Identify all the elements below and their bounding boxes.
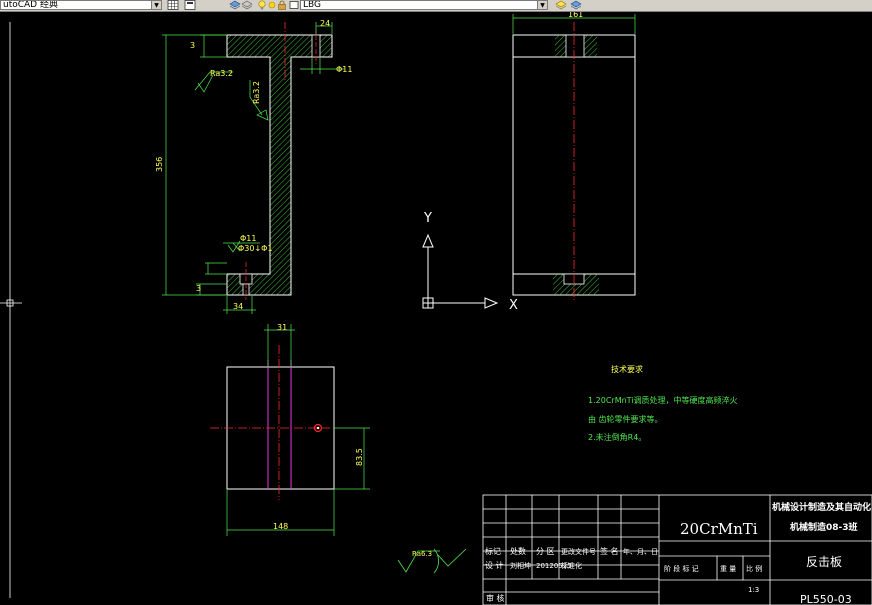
roughness-1: Ra3.2 <box>210 69 233 78</box>
dim-plan-right: 83.5 <box>355 448 364 466</box>
institute-line-2: 机械制造08-3班 <box>790 521 858 533</box>
standardization-label: 标准化 <box>561 561 582 570</box>
properties-icon[interactable] <box>184 0 196 10</box>
scale-value: 1:3 <box>748 586 759 594</box>
dim-flange-thickness: 3 <box>190 41 195 50</box>
dim-counterbore: Φ30↓Φ1 <box>238 244 273 253</box>
roughness-2: Ra3.2 <box>252 81 261 104</box>
front-dimensions <box>162 22 345 314</box>
workspace-combo[interactable]: utoCAD 经典 ▼ <box>0 0 162 10</box>
rev-header-sign: 签 名 <box>600 546 619 556</box>
front-dimension-text: 24 3 Φ11 356 Ra3.2 Ra3.2 Φ11 Φ30↓Φ1 3 34 <box>155 19 352 311</box>
weight-label: 重 量 <box>720 565 736 573</box>
ucs-icon <box>422 233 499 309</box>
dim-bottom-step: 3 <box>196 284 201 293</box>
grid-icon[interactable] <box>167 0 179 10</box>
toolbar: utoCAD 经典 ▼ LBG ▼ <box>0 0 872 12</box>
material-text: 20CrMnTi <box>680 520 758 538</box>
layer-combo[interactable]: LBG ▼ <box>300 0 548 10</box>
drawing-number: PL550-03 <box>800 593 852 605</box>
chevron-down-icon[interactable]: ▼ <box>151 1 161 9</box>
color-square-icon[interactable] <box>288 0 300 10</box>
notes-line-1: 1.20CrMnTi调质处理，中等硬度高频淬火 <box>588 395 738 405</box>
stage-mark-label: 阶 段 标 记 <box>664 564 699 573</box>
review-label: 审 核 <box>486 593 505 603</box>
title-block: 标记 处数 分 区 更改文件号 签 名 年、月、日 设 计 刘相坤 201205… <box>482 494 872 605</box>
front-view <box>226 22 333 300</box>
layer-combo-value: LBG <box>303 0 322 10</box>
side-view: 161 <box>512 12 636 302</box>
dim-total-height: 356 <box>155 157 164 172</box>
rev-header-mark: 标记 <box>485 546 501 556</box>
crosshair-cursor <box>0 22 22 598</box>
part-name: 反击板 <box>806 555 842 569</box>
workspace-combo-value: utoCAD 经典 <box>3 0 58 10</box>
side-top-hole <box>565 34 585 58</box>
notes-line-3: 2.未注倒角R4。 <box>588 432 646 442</box>
dim-side-width: 161 <box>568 12 583 19</box>
drawing-canvas[interactable]: 24 3 Φ11 356 Ra3.2 Ra3.2 Φ11 Φ30↓Φ1 3 34 <box>0 12 872 605</box>
scale-label: 比 例 <box>746 564 762 573</box>
notes-line-2: 由 齿轮零件要求等。 <box>588 414 663 424</box>
dim-plan-top: 31 <box>277 323 287 332</box>
roughness-symbols <box>197 74 241 253</box>
plan-hole-center <box>316 426 320 430</box>
designer-name: 刘相坤 <box>510 561 531 570</box>
lock-icon[interactable] <box>276 0 288 10</box>
dim-plan-bottom: 148 <box>273 522 288 531</box>
autocad-window: utoCAD 经典 ▼ LBG ▼ 24 3 Φ11 356 Ra3.2 Ra3… <box>0 0 872 605</box>
design-label: 设 计 <box>485 560 504 570</box>
rev-header-zone: 分 区 <box>536 547 555 556</box>
layers-icon[interactable] <box>229 0 241 10</box>
dim-bottom-width: 34 <box>233 302 243 311</box>
layer-tools-icon[interactable] <box>555 0 567 10</box>
rev-header-count: 处数 <box>510 546 526 556</box>
dim-hole-dia: Φ11 <box>336 65 352 74</box>
ucs-x-label: X <box>509 298 518 313</box>
match-layer-icon[interactable] <box>570 0 582 10</box>
notes-title: 技术要求 <box>611 364 643 374</box>
ucs-y-label: Y <box>423 211 432 226</box>
rev-header-docno: 更改文件号 <box>561 547 596 556</box>
plan-view: 31 83.5 148 <box>210 323 370 536</box>
technical-notes: 技术要求 1.20CrMnTi调质处理，中等硬度高频淬火 由 齿轮零件要求等。 … <box>588 364 738 442</box>
chevron-down-icon[interactable]: ▼ <box>537 1 547 9</box>
dim-top-width: 24 <box>320 19 330 28</box>
plan-right-dimension <box>334 427 370 490</box>
institute-line-1: 机械设计制造及其自动化 <box>772 501 871 513</box>
surface-finish-text: Ra6.3 <box>412 550 432 558</box>
rev-header-date: 年、月、日 <box>623 547 658 556</box>
surface-finish-symbol: Ra6.3 <box>397 548 467 574</box>
front-section-hatch <box>226 34 333 296</box>
dim-bottom-hole-dia: Φ11 <box>240 234 256 243</box>
layer-state-icon[interactable] <box>241 0 253 10</box>
